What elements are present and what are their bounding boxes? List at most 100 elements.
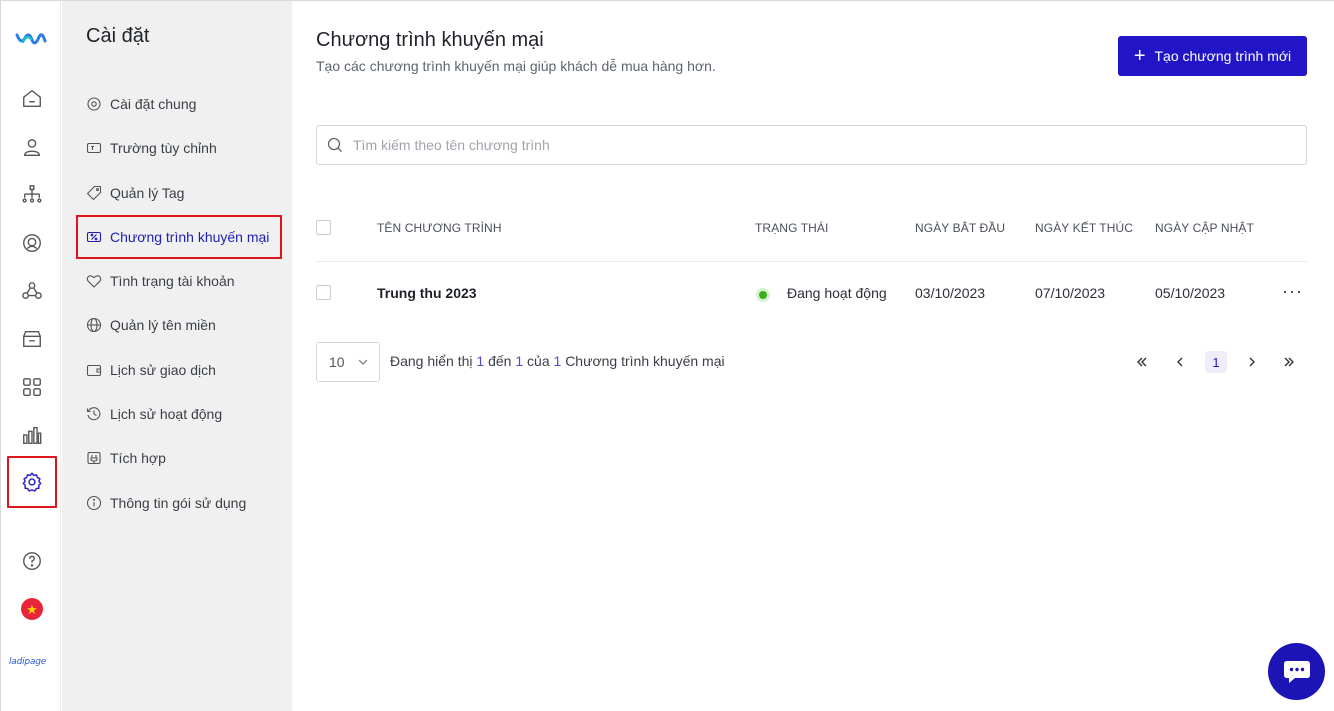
- row-more-actions-icon[interactable]: ···: [1282, 281, 1303, 302]
- first-page-button[interactable]: [1131, 351, 1153, 373]
- home-icon: [23, 90, 41, 108]
- create-promotion-button[interactable]: + Tạo chương trình mới: [1118, 36, 1307, 76]
- column-header-name[interactable]: TÊN CHƯƠNG TRÌNH: [377, 221, 502, 235]
- status-active-dot-icon: [756, 288, 770, 302]
- rail-settings-button[interactable]: [7, 456, 57, 508]
- gear-icon: [87, 97, 101, 111]
- promotion-status: Đang hoạt động: [787, 285, 887, 301]
- chevron-down-icon: [358, 359, 368, 365]
- settings-item-label: Lịch sử giao dịch: [110, 362, 216, 378]
- settings-item-custom-fields[interactable]: Trường tùy chỉnh: [76, 126, 282, 170]
- search-input[interactable]: [353, 137, 1253, 153]
- chevron-left-icon: [1177, 357, 1183, 367]
- main-content: Chương trình khuyến mại Tạo các chương t…: [292, 1, 1334, 711]
- rail-inbox-button[interactable]: [7, 317, 57, 361]
- user-icon: [23, 138, 41, 156]
- settings-item-activity[interactable]: Lịch sử hoạt động: [76, 392, 282, 436]
- org-chart-icon: [22, 185, 42, 203]
- network-icon: [22, 282, 42, 300]
- settings-item-label: Chương trình khuyến mại: [110, 229, 270, 245]
- settings-item-label: Trường tùy chỉnh: [110, 140, 217, 156]
- promotion-name[interactable]: Trung thu 2023: [377, 285, 477, 301]
- wallet-icon: [86, 364, 102, 377]
- gear-icon: [22, 472, 42, 492]
- settings-item-domains[interactable]: Quản lý tên miền: [76, 303, 282, 347]
- select-all-checkbox[interactable]: [316, 220, 331, 235]
- rail-language-button[interactable]: ★: [7, 587, 57, 631]
- settings-item-label: Cài đặt chung: [110, 96, 197, 112]
- column-header-status[interactable]: TRẠNG THÁI: [755, 221, 828, 235]
- prev-page-button[interactable]: [1169, 351, 1191, 373]
- app-logo-icon[interactable]: [15, 29, 47, 49]
- pagination-to-word: đến: [488, 353, 512, 369]
- promotion-updated-date: 05/10/2023: [1155, 285, 1226, 301]
- target-icon: [23, 234, 41, 252]
- bar-chart-icon: [23, 426, 42, 444]
- icon-rail: ★ ladipage: [1, 1, 61, 711]
- rail-org-button[interactable]: [7, 173, 57, 217]
- promotion-start-date: 03/10/2023: [915, 285, 986, 301]
- settings-item-label: Quản lý tên miền: [110, 317, 216, 333]
- pagination-suffix: Chương trình khuyến mại: [565, 353, 725, 369]
- help-icon: [23, 552, 41, 570]
- settings-title: Cài đặt: [86, 25, 150, 47]
- rail-customers-button[interactable]: [7, 125, 57, 169]
- coupon-icon: [86, 231, 102, 243]
- promotion-end-date: 07/10/2023: [1035, 285, 1106, 301]
- custom-field-icon: [86, 142, 102, 154]
- chat-bubble-icon: [1283, 660, 1310, 683]
- globe-icon: [86, 317, 102, 333]
- search-icon: [327, 137, 342, 152]
- create-promotion-label: Tạo chương trình mới: [1154, 48, 1292, 64]
- rail-reports-button[interactable]: [7, 413, 57, 457]
- settings-item-general[interactable]: Cài đặt chung: [76, 82, 282, 126]
- vietnam-flag-icon: ★: [21, 598, 43, 620]
- settings-sidebar: Cài đặt Cài đặt chung Trường tùy chỉnh Q…: [62, 1, 292, 711]
- page-number-button[interactable]: 1: [1205, 351, 1227, 373]
- rail-network-button[interactable]: [7, 269, 57, 313]
- info-icon: [86, 495, 102, 511]
- rail-help-button[interactable]: [7, 539, 57, 583]
- pagination-prefix: Đang hiển thị: [390, 353, 473, 369]
- settings-item-integrations[interactable]: Tích hợp: [76, 436, 282, 480]
- next-page-button[interactable]: [1241, 351, 1263, 373]
- settings-item-label: Thông tin gói sử dụng: [110, 495, 247, 511]
- row-checkbox[interactable]: [316, 285, 331, 300]
- settings-item-promotions[interactable]: Chương trình khuyến mại: [76, 215, 282, 259]
- page-title: Chương trình khuyến mại: [316, 29, 544, 51]
- settings-item-plan-info[interactable]: Thông tin gói sử dụng: [76, 481, 282, 525]
- double-chevron-left-icon: [1137, 357, 1147, 367]
- history-icon: [86, 407, 101, 421]
- double-chevron-right-icon: [1284, 357, 1294, 367]
- pagination-info: Đang hiển thị 1 đến 1 của 1 Chương trình…: [390, 353, 725, 369]
- table-divider: [316, 261, 1307, 262]
- settings-item-label: Lịch sử hoạt động: [110, 406, 223, 422]
- column-header-end-date[interactable]: NGÀY KẾT THÚC: [1035, 221, 1133, 235]
- page-size-select[interactable]: 10: [316, 342, 380, 382]
- chat-widget-button[interactable]: [1268, 643, 1325, 700]
- rail-home-button[interactable]: [7, 77, 57, 121]
- last-page-button[interactable]: [1278, 351, 1300, 373]
- settings-item-label: Quản lý Tag: [110, 185, 185, 201]
- inbox-icon: [23, 330, 41, 348]
- column-header-updated-date[interactable]: NGÀY CẬP NHẬT: [1155, 221, 1254, 235]
- settings-item-label: Tích hợp: [110, 450, 166, 466]
- settings-item-account-status[interactable]: Tình trạng tài khoản: [76, 259, 282, 303]
- pagination-total: 1: [553, 353, 562, 369]
- settings-item-label: Tình trạng tài khoản: [110, 273, 235, 289]
- rail-apps-button[interactable]: [7, 365, 57, 409]
- settings-item-tags[interactable]: Quản lý Tag: [76, 171, 282, 215]
- apps-grid-icon: [23, 378, 41, 396]
- heart-icon: [86, 275, 102, 288]
- settings-item-transactions[interactable]: Lịch sử giao dịch: [76, 348, 282, 392]
- column-header-start-date[interactable]: NGÀY BẮT ĐẦU: [915, 221, 1005, 235]
- chevron-right-icon: [1249, 357, 1255, 367]
- tag-icon: [86, 185, 102, 201]
- plug-icon: [87, 451, 101, 465]
- search-box: [316, 125, 1307, 165]
- page-size-value: 10: [329, 354, 345, 370]
- pagination-from: 1: [476, 353, 485, 369]
- pagination-of-word: của: [527, 353, 550, 369]
- rail-target-button[interactable]: [7, 221, 57, 265]
- app-window: ★ ladipage Cài đặt Cài đặt chung Trường …: [0, 0, 1334, 711]
